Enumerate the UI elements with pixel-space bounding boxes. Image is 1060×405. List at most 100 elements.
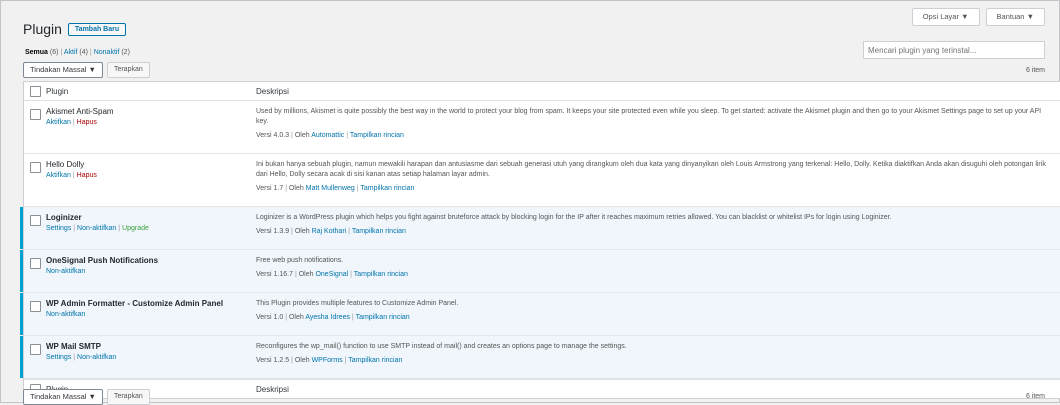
row-checkbox[interactable]: [29, 258, 41, 269]
plugin-version: 1.0: [273, 314, 284, 321]
help-label: Bantuan: [996, 12, 1025, 21]
plugin-version: 1.2.5: [273, 357, 290, 364]
plugin-row-hello-dolly: Hello Dolly Aktifkan | Hapus Ini bukan h…: [24, 154, 1060, 207]
by-label: Oleh: [298, 271, 314, 278]
details-link[interactable]: Tampilkan rincian: [360, 185, 414, 192]
filter-all[interactable]: Semua: [25, 49, 48, 56]
row-checkbox[interactable]: [29, 301, 41, 312]
tablenav-top: Tindakan Massal ▼ Terapkan: [23, 62, 150, 78]
plugin-row-akismet: Akismet Anti-Spam Aktifkan | Hapus Used …: [24, 101, 1060, 154]
caret-down-icon: ▼: [88, 392, 96, 401]
plugin-description: This Plugin provides multiple features t…: [256, 300, 459, 307]
version-label: Versi: [256, 228, 272, 235]
screen-options-label: Opsi Layar: [922, 12, 959, 21]
plugin-meta: Versi 1.2.5 | Oleh WPForms | Tampilkan r…: [256, 357, 1050, 364]
plugin-description: Reconfigures the wp_mail() function to u…: [256, 343, 627, 350]
plugin-description: Used by millions, Akismet is quite possi…: [256, 108, 1042, 125]
caret-down-icon: ▼: [88, 65, 96, 74]
activate-link[interactable]: Aktifkan: [46, 172, 71, 179]
delete-link[interactable]: Hapus: [77, 119, 97, 126]
items-count-bottom: 6 item: [1025, 393, 1045, 400]
row-checkbox[interactable]: [29, 215, 41, 226]
separator: |: [72, 172, 75, 179]
bulk-action-value: Tindakan Massal: [30, 65, 87, 74]
author-link[interactable]: Raj Kothari: [312, 228, 347, 235]
version-label: Versi: [256, 357, 272, 364]
deactivate-link[interactable]: Non-aktifkan: [77, 225, 116, 232]
plugin-name: OneSignal Push Notifications: [46, 256, 159, 265]
plugin-meta: Versi 1.7 | Oleh Matt Mullenweg | Tampil…: [256, 185, 1050, 192]
filter-inactive[interactable]: Nonaktif: [94, 49, 120, 56]
author-link[interactable]: Ayesha Idrees: [305, 314, 350, 321]
plugin-row-loginizer: Loginizer Settings | Non-aktifkan | Upgr…: [20, 207, 1060, 250]
row-checkbox[interactable]: [29, 162, 41, 173]
plugins-table: Plugin Deskripsi Akismet Anti-Spam Aktif…: [20, 81, 1060, 399]
plugin-version: 1.16.7: [273, 271, 293, 278]
search-box: [863, 41, 1045, 59]
filter-active[interactable]: Aktif: [64, 49, 78, 56]
activate-link[interactable]: Aktifkan: [46, 119, 71, 126]
separator: |: [285, 185, 288, 192]
details-link[interactable]: Tampilkan rincian: [356, 314, 410, 321]
plugin-name: Loginizer: [46, 213, 82, 222]
separator: |: [72, 119, 75, 126]
plugin-row-wp-mail-smtp: WP Mail SMTP Settings | Non-aktifkan Rec…: [20, 336, 1060, 379]
version-label: Versi: [256, 314, 272, 321]
settings-link[interactable]: Settings: [46, 354, 71, 361]
separator: |: [348, 228, 350, 235]
by-label: Oleh: [294, 357, 310, 364]
separator: |: [350, 271, 352, 278]
delete-link[interactable]: Hapus: [77, 172, 97, 179]
plugin-description: Loginizer is a WordPress plugin which he…: [256, 214, 892, 221]
caret-down-icon: ▼: [961, 12, 969, 21]
column-description: Deskripsi: [256, 86, 289, 96]
separator: |: [118, 225, 121, 232]
plugin-meta: Versi 1.3.9 | Oleh Raj Kothari | Tampilk…: [256, 228, 1050, 235]
plugin-version: 4.0.3: [273, 132, 290, 139]
separator: |: [351, 314, 354, 321]
filter-inactive-count: (2): [121, 49, 130, 56]
search-input[interactable]: [863, 41, 1045, 59]
deactivate-link[interactable]: Non-aktifkan: [77, 354, 116, 361]
separator: |: [73, 225, 76, 232]
settings-link[interactable]: Settings: [46, 225, 71, 232]
help-button[interactable]: Bantuan ▼: [985, 8, 1045, 26]
apply-button[interactable]: Terapkan: [106, 62, 150, 78]
separator: |: [285, 314, 288, 321]
author-link[interactable]: OneSignal: [315, 271, 348, 278]
row-checkbox[interactable]: [29, 109, 41, 120]
separator: |: [291, 228, 293, 235]
screen-options-button[interactable]: Opsi Layar ▼: [911, 8, 980, 26]
deactivate-link[interactable]: Non-aktifkan: [46, 268, 85, 275]
plugin-meta: Versi 1.16.7 | Oleh OneSignal | Tampilka…: [256, 271, 1050, 278]
details-link[interactable]: Tampilkan rincian: [350, 132, 404, 139]
screen-meta-links: Opsi Layar ▼ Bantuan ▼: [911, 8, 1045, 26]
separator: |: [89, 49, 92, 56]
plugin-meta: Versi 1.0 | Oleh Ayesha Idrees | Tampilk…: [256, 314, 1050, 321]
deactivate-link[interactable]: Non-aktifkan: [46, 311, 85, 318]
separator: |: [60, 49, 63, 56]
filter-active-count: (4): [79, 49, 88, 56]
separator: |: [346, 132, 349, 139]
select-all-checkbox[interactable]: [29, 85, 41, 97]
details-link[interactable]: Tampilkan rincian: [354, 271, 408, 278]
version-label: Versi: [256, 271, 272, 278]
details-link[interactable]: Tampilkan rincian: [352, 228, 406, 235]
author-link[interactable]: Automattic: [311, 132, 344, 139]
plugin-version: 1.3.9: [273, 228, 290, 235]
upgrade-link[interactable]: Upgrade: [122, 225, 149, 232]
details-link[interactable]: Tampilkan rincian: [348, 357, 402, 364]
author-link[interactable]: Matt Mullenweg: [306, 185, 355, 192]
plugin-version: 1.7: [273, 185, 284, 192]
plugin-name: Hello Dolly: [46, 160, 85, 169]
add-new-button[interactable]: Tambah Baru: [67, 22, 127, 36]
by-label: Oleh: [288, 314, 304, 321]
plugin-name: WP Mail SMTP: [46, 342, 101, 351]
row-checkbox[interactable]: [29, 344, 41, 355]
separator: |: [73, 354, 76, 361]
status-filters: Semua (6) | Aktif (4) | Nonaktif (2): [25, 49, 130, 56]
by-label: Oleh: [294, 228, 310, 235]
bulk-action-select[interactable]: Tindakan Massal ▼: [23, 62, 103, 78]
author-link[interactable]: WPForms: [312, 357, 343, 364]
plugin-row-wp-admin-formatter: WP Admin Formatter - Customize Admin Pan…: [20, 293, 1060, 336]
